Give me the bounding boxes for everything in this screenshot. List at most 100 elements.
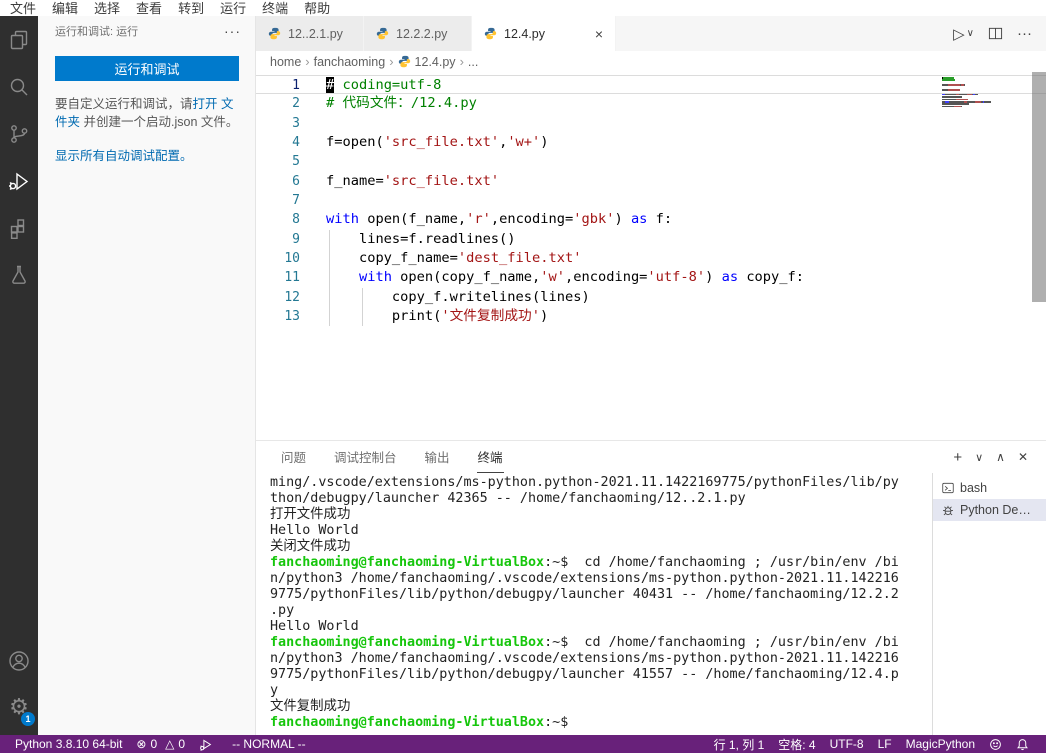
activity-item-source-control[interactable]	[0, 110, 38, 157]
code-line[interactable]: 12 copy_f.writelines(lines)	[256, 287, 1046, 307]
vim-mode-indicator[interactable]: -- NORMAL --	[225, 735, 313, 753]
activity-item-testing[interactable]	[0, 251, 38, 298]
debug-status-icon[interactable]	[192, 735, 219, 753]
run-and-debug-button[interactable]: 运行和调试	[55, 56, 239, 81]
activity-item-run-debug[interactable]	[0, 157, 38, 204]
editor-tab[interactable]: 12.4.py ×	[472, 16, 616, 51]
line-number[interactable]: 7	[256, 191, 300, 210]
terminal-tab-item[interactable]: Python De…	[933, 499, 1046, 521]
eol-setting[interactable]: LF	[871, 737, 899, 751]
line-number[interactable]: 9	[256, 230, 300, 249]
language-mode[interactable]: MagicPython	[899, 737, 982, 751]
run-python-file-button[interactable]: ▷ ∨	[953, 25, 974, 43]
minimap-line	[942, 77, 1006, 79]
code-line[interactable]: 2 # 代码文件：/12.4.py	[256, 94, 1046, 113]
panel-tab-调试控制台[interactable]: 调试控制台	[333, 441, 398, 473]
menu-item[interactable]: 帮助	[296, 1, 338, 16]
chevron-right-icon: ›	[459, 54, 464, 69]
terminal-token: :~$	[544, 715, 569, 730]
more-actions-button[interactable]: ···	[1017, 25, 1032, 42]
main-area: ⚙ 1 运行和调试: 运行 ··· 运行和调试 要自定义运行和调试，请打开 文件夹…	[0, 16, 1046, 735]
line-number[interactable]: 8	[256, 210, 300, 229]
panel-tab-输出[interactable]: 输出	[424, 441, 451, 473]
code-line[interactable]: 7	[256, 191, 1046, 210]
menu-item[interactable]: 选择	[86, 1, 128, 16]
code-line[interactable]: 3	[256, 114, 1046, 133]
line-number[interactable]: 6	[256, 172, 300, 191]
minimap[interactable]	[942, 77, 1006, 108]
editor-tab[interactable]: 12..2.1.py	[256, 16, 364, 51]
code-line[interactable]: 6 f_name='src_file.txt'	[256, 172, 1046, 191]
activity-item-explorer[interactable]	[0, 16, 38, 63]
menu-item[interactable]: 文件	[2, 1, 44, 16]
line-number[interactable]: 12	[256, 288, 300, 307]
close-panel-button[interactable]: ✕	[1018, 450, 1028, 464]
panel-tab-终端[interactable]: 终端	[476, 441, 504, 473]
code-line[interactable]: 11 with open(copy_f_name,'w',encoding='u…	[256, 268, 1046, 288]
code-line[interactable]: 5	[256, 152, 1046, 171]
line-number[interactable]: 1	[256, 76, 300, 95]
indentation-setting[interactable]: 空格: 4	[771, 736, 822, 753]
feedback-icon[interactable]	[982, 738, 1009, 751]
cursor-position[interactable]: 行 1, 列 1	[707, 736, 772, 753]
line-number[interactable]: 13	[256, 307, 300, 326]
menu-item[interactable]: 查看	[128, 1, 170, 16]
code-editor[interactable]: 1 # coding=utf-8 2 # 代码文件：/12.4.py 3 4 f=open(…	[256, 72, 1046, 440]
new-terminal-button[interactable]: +	[953, 449, 962, 466]
terminal-output[interactable]: ming/.vscode/extensions/ms-python.python…	[256, 473, 932, 735]
menu-item[interactable]: 转到	[170, 1, 212, 16]
code-line[interactable]: 1 # coding=utf-8	[256, 75, 1046, 95]
code-line[interactable]: 8 with open(f_name,'r',encoding='gbk') as…	[256, 210, 1046, 229]
menu-item[interactable]: 运行	[212, 1, 254, 16]
editor-scrollbar-thumb[interactable]	[1032, 72, 1046, 302]
activity-item-extensions[interactable]	[0, 204, 38, 251]
chevron-down-icon: ∨	[966, 28, 974, 39]
hint-before: 要自定义运行和调试，请	[55, 97, 193, 111]
activity-item-settings-gear[interactable]: ⚙ 1	[0, 684, 38, 731]
terminal-token: fanchaoming@fanchaoming-VirtualBox	[270, 555, 545, 570]
terminal-token: 文件复制成功	[270, 699, 351, 714]
line-number[interactable]: 10	[256, 249, 300, 268]
close-icon[interactable]: ×	[595, 26, 603, 42]
problems-indicator[interactable]: ⊗ 0 △ 0	[129, 735, 192, 753]
encoding-setting[interactable]: UTF-8	[823, 737, 871, 751]
activity-item-account[interactable]	[0, 637, 38, 684]
indent-guide-icon	[329, 287, 330, 307]
panel-tab-问题[interactable]: 问题	[280, 441, 307, 473]
python-interpreter-status[interactable]: Python 3.8.10 64-bit	[8, 735, 129, 753]
line-number[interactable]: 4	[256, 133, 300, 152]
show-debug-configs-link[interactable]: 显示所有自动调试配置。	[55, 149, 193, 163]
breadcrumb-item[interactable]: ...	[468, 55, 478, 69]
warning-count: 0	[178, 737, 186, 751]
menu-item[interactable]: 编辑	[44, 1, 86, 16]
sidebar-header: 运行和调试: 运行 ···	[38, 16, 255, 46]
split-editor-button[interactable]	[988, 26, 1003, 41]
breadcrumb-item[interactable]: home	[270, 55, 301, 69]
breadcrumb-item[interactable]: 12.4.py	[398, 55, 456, 69]
breadcrumb-label: home	[270, 54, 302, 69]
code-line[interactable]: 13 print('文件复制成功')	[256, 306, 1046, 327]
terminal-picker-button[interactable]: ∨	[975, 451, 983, 464]
code-token: as	[721, 269, 739, 286]
code-line[interactable]: 10 copy_f_name='dest_file.txt'	[256, 248, 1046, 269]
terminal-tabs-list: bash Python De…	[932, 473, 1046, 735]
breadcrumb-item[interactable]: fanchaoming	[314, 55, 386, 69]
menu-item[interactable]: 终端	[254, 1, 296, 16]
maximize-panel-button[interactable]: ∧	[996, 450, 1005, 464]
line-number[interactable]: 2	[256, 94, 300, 113]
breadcrumb-label: 12.4.py	[414, 54, 456, 69]
editor-tab[interactable]: 12.2.2.py	[364, 16, 472, 51]
code-token: f:	[647, 211, 673, 228]
terminal-line: fanchaoming@fanchaoming-VirtualBox:~$	[270, 715, 928, 731]
chevron-right-icon: ›	[305, 54, 310, 69]
line-number[interactable]: 3	[256, 114, 300, 133]
notifications-bell-icon[interactable]	[1009, 738, 1036, 751]
sidebar-more-actions-icon[interactable]: ···	[224, 23, 241, 39]
code-line[interactable]: 9 lines=f.readlines()	[256, 229, 1046, 249]
code-line[interactable]: 4 f=open('src_file.txt','w+')	[256, 133, 1046, 152]
activity-item-search[interactable]	[0, 63, 38, 110]
line-number[interactable]: 5	[256, 152, 300, 171]
sidebar-title: 运行和调试: 运行	[55, 26, 139, 38]
line-number[interactable]: 11	[256, 268, 300, 287]
terminal-tab-item[interactable]: bash	[933, 477, 1046, 499]
